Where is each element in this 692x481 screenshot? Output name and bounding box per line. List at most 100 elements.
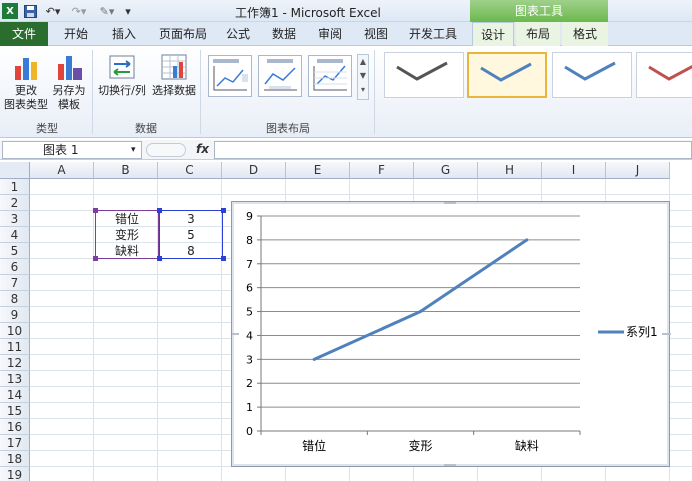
column-header-d[interactable]: D	[222, 162, 286, 179]
tab-page-layout[interactable]: 页面布局	[152, 22, 214, 46]
range-handle[interactable]	[157, 208, 162, 213]
tab-design[interactable]: 设计	[472, 22, 514, 47]
tab-file[interactable]: 文件	[0, 22, 48, 46]
row-header-5[interactable]: 5	[0, 243, 30, 259]
range-handle[interactable]	[157, 256, 162, 261]
y-tick-label: 0	[246, 425, 253, 438]
row-header-18[interactable]: 18	[0, 451, 30, 467]
row-header-14[interactable]: 14	[0, 387, 30, 403]
formula-input[interactable]	[214, 141, 692, 159]
layout-gallery-scroll[interactable]: ▲ ▼ ▾	[357, 54, 369, 100]
row-header-2[interactable]: 2	[0, 195, 30, 211]
column-header-c[interactable]: C	[158, 162, 222, 179]
save-as-template-button[interactable]: 另存为 模板	[50, 52, 88, 112]
type-group-label: 类型	[36, 122, 58, 135]
customize-toolbar-icon[interactable]: ▾	[122, 3, 134, 19]
data-point[interactable]	[419, 310, 422, 314]
row-header-3[interactable]: 3	[0, 211, 30, 227]
chart-layout-option-3[interactable]	[308, 55, 352, 97]
chart-style-option-2-selected[interactable]	[467, 52, 547, 98]
chart-layout-option-1[interactable]	[208, 55, 252, 97]
column-header-i[interactable]: I	[542, 162, 606, 179]
data-point[interactable]	[312, 357, 316, 361]
chart-layout-thumbnail	[313, 59, 347, 91]
y-tick-label: 9	[246, 210, 253, 223]
ribbon-tabs: 文件 开始 插入 页面布局 公式 数据 审阅 视图 开发工具 设计 布局 格式	[0, 22, 692, 47]
range-handle[interactable]	[221, 208, 226, 213]
tab-insert[interactable]: 插入	[102, 22, 146, 46]
x-tick-label: 错位	[302, 438, 326, 453]
column-header-h[interactable]: H	[478, 162, 542, 179]
y-tick-label: 4	[246, 329, 253, 342]
column-header-j[interactable]: J	[606, 162, 670, 179]
range-handle[interactable]	[221, 256, 226, 261]
switch-row-column-label: 切换行/列	[98, 84, 146, 97]
row-header-12[interactable]: 12	[0, 355, 30, 371]
redo-icon[interactable]: ↷▾	[68, 3, 90, 19]
select-all-corner[interactable]	[0, 162, 30, 179]
range-handle[interactable]	[93, 256, 98, 261]
select-data-button[interactable]: 选择数据	[150, 52, 198, 98]
tab-formulas[interactable]: 公式	[218, 22, 258, 46]
chart-style-thumbnail	[648, 65, 692, 81]
grid-column-line	[93, 179, 94, 481]
save-template-label-2: 模板	[58, 98, 80, 111]
chart-resize-handle[interactable]	[444, 464, 456, 466]
row-header-6[interactable]: 6	[0, 259, 30, 275]
y-tick-label: 8	[246, 234, 253, 247]
y-tick-label: 7	[246, 258, 253, 271]
chart-resize-handle[interactable]	[444, 202, 456, 204]
column-header-b[interactable]: B	[94, 162, 158, 179]
column-header-f[interactable]: F	[350, 162, 414, 179]
row-header-13[interactable]: 13	[0, 371, 30, 387]
formula-bar-resize-handle[interactable]	[146, 143, 186, 157]
save-icon[interactable]	[22, 3, 38, 19]
chart-layout-thumbnail	[213, 59, 248, 91]
row-header-16[interactable]: 16	[0, 419, 30, 435]
group-divider	[92, 50, 93, 134]
row-header-7[interactable]: 7	[0, 275, 30, 291]
row-header-4[interactable]: 4	[0, 227, 30, 243]
range-handle[interactable]	[93, 208, 98, 213]
legend-entry[interactable]: 系列1	[626, 325, 658, 339]
series-line[interactable]	[313, 238, 528, 361]
select-data-label: 选择数据	[152, 84, 196, 97]
tab-home[interactable]: 开始	[54, 22, 98, 46]
tab-developer[interactable]: 开发工具	[402, 22, 464, 46]
chart-resize-handle[interactable]	[232, 333, 239, 335]
insert-function-icon[interactable]: fx	[196, 142, 209, 156]
chart-layout-option-2[interactable]	[258, 55, 302, 97]
tab-layout[interactable]: 布局	[516, 22, 560, 46]
tab-data[interactable]: 数据	[264, 22, 304, 46]
chart-style-option-4[interactable]	[636, 52, 692, 98]
line-chart[interactable]: 0 1 2 3 4 5 6 7 8 9 错位 变形 缺料 系列1	[231, 201, 671, 467]
row-header-11[interactable]: 11	[0, 339, 30, 355]
row-header-19[interactable]: 19	[0, 467, 30, 481]
tab-review[interactable]: 审阅	[310, 22, 350, 46]
data-point[interactable]	[525, 238, 529, 242]
row-header-1[interactable]: 1	[0, 179, 30, 195]
chart-layout-group-label: 图表布局	[266, 122, 310, 135]
chart-style-option-1[interactable]	[384, 52, 464, 98]
row-header-8[interactable]: 8	[0, 291, 30, 307]
name-box[interactable]: 图表 1 ▾	[2, 141, 142, 159]
row-header-10[interactable]: 10	[0, 323, 30, 339]
change-chart-type-button[interactable]: 更改 图表类型	[4, 52, 48, 112]
column-header-a[interactable]: A	[30, 162, 94, 179]
undo-icon[interactable]: ↶▾	[42, 3, 64, 19]
column-header-g[interactable]: G	[414, 162, 478, 179]
row-header-9[interactable]: 9	[0, 307, 30, 323]
format-painter-icon[interactable]: ✎▾	[96, 3, 118, 19]
tab-format[interactable]: 格式	[562, 22, 608, 46]
chart-layout-thumbnail	[264, 59, 297, 91]
row-header-17[interactable]: 17	[0, 435, 30, 451]
switch-row-column-button[interactable]: 切换行/列	[96, 52, 148, 98]
chart-resize-handle[interactable]	[662, 333, 671, 335]
row-header-15[interactable]: 15	[0, 403, 30, 419]
column-header-e[interactable]: E	[286, 162, 350, 179]
chart-style-thumbnail	[564, 61, 616, 81]
excel-logo-icon: X	[2, 3, 18, 19]
chart-style-option-3[interactable]	[552, 52, 632, 98]
tab-view[interactable]: 视图	[356, 22, 396, 46]
name-box-dropdown-icon[interactable]: ▾	[131, 142, 136, 158]
